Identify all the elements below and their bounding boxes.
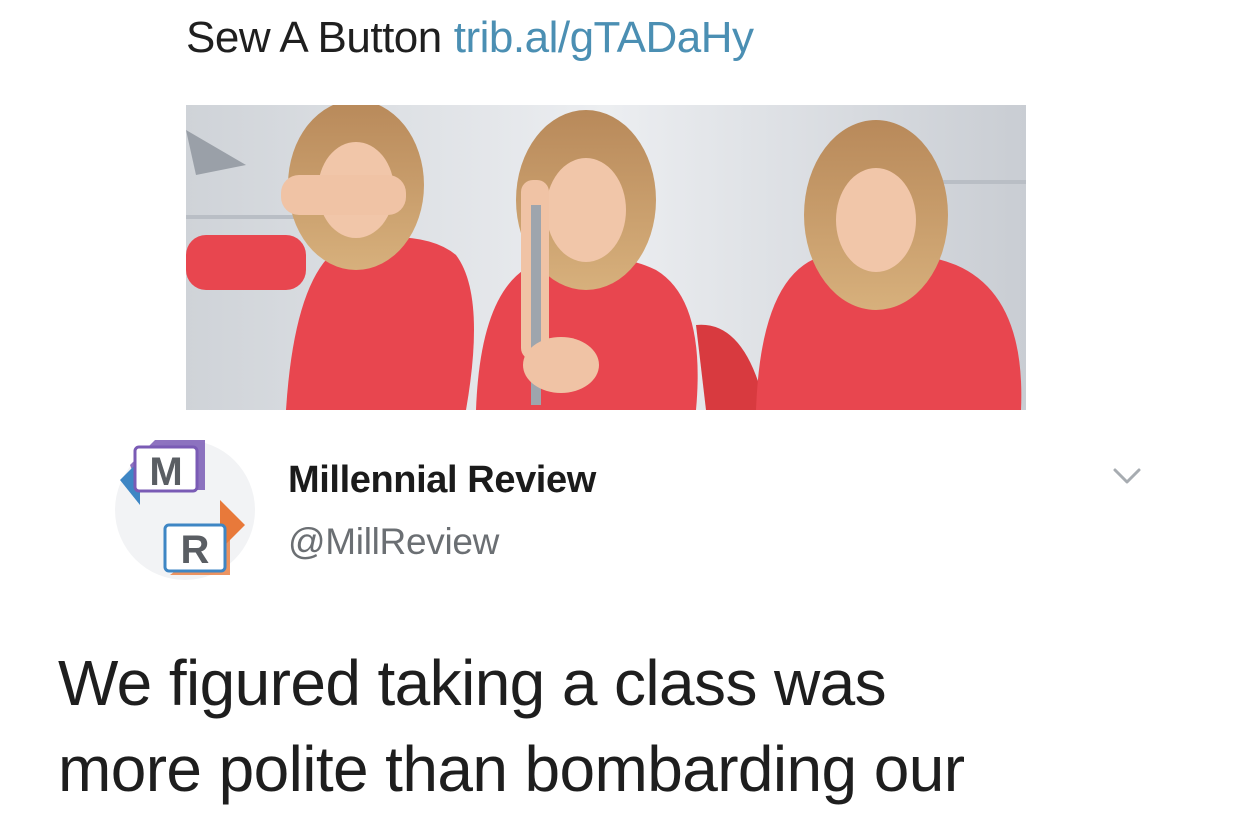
chevron-down-icon[interactable] bbox=[1110, 462, 1144, 488]
user-handle[interactable]: @MillReview bbox=[288, 517, 499, 567]
tweet-text-line: We figured taking a class was bbox=[58, 647, 887, 719]
quoted-tweet-text: Sew A Button trib.al/gTADaHy bbox=[186, 10, 754, 66]
quoted-tweet-link[interactable]: trib.al/gTADaHy bbox=[454, 13, 754, 62]
quoted-tweet-title: Sew A Button bbox=[186, 13, 442, 62]
tweet-text: We figured taking a class was more polit… bbox=[58, 640, 1208, 812]
media-illustration bbox=[186, 105, 1026, 410]
avatar[interactable]: M R bbox=[110, 435, 260, 585]
millennial-review-logo: M R bbox=[115, 440, 255, 580]
tweet-text-line: more polite than bombarding our bbox=[58, 733, 965, 805]
avatar-letter-r: R bbox=[181, 528, 210, 572]
avatar-letter-m: M bbox=[149, 450, 182, 494]
display-name[interactable]: Millennial Review bbox=[288, 455, 596, 505]
tweet-media-image[interactable] bbox=[186, 105, 1026, 410]
